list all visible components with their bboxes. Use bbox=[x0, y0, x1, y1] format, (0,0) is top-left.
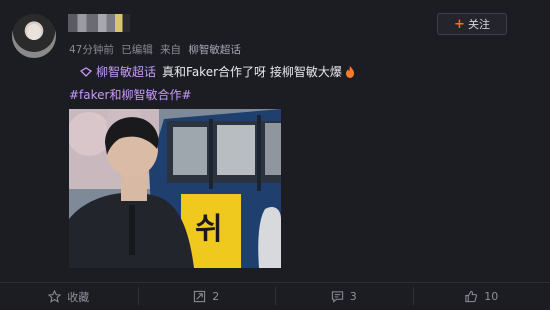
collect-label: 收藏 bbox=[67, 289, 89, 305]
username-blurred[interactable] bbox=[68, 14, 130, 32]
like-button[interactable]: 10 bbox=[413, 283, 550, 310]
hashtag-link[interactable]: #faker和柳智敏合作# bbox=[69, 86, 192, 103]
post-image-scene: 쉬 bbox=[69, 109, 281, 268]
star-icon bbox=[48, 290, 61, 303]
post-body: 真和Faker合作了呀 接柳智敏大爆 bbox=[162, 63, 342, 80]
avatar-face bbox=[27, 24, 41, 40]
repost-icon bbox=[193, 290, 206, 303]
fire-icon bbox=[345, 66, 355, 78]
topic-link[interactable]: 柳智敏超话 bbox=[96, 63, 156, 80]
plus-icon: + bbox=[454, 17, 465, 32]
bus-sign-text: 쉬 bbox=[195, 212, 223, 247]
like-count: 10 bbox=[484, 290, 498, 303]
edited-label: 已编辑 bbox=[121, 44, 153, 56]
follow-label: 关注 bbox=[468, 16, 490, 32]
topic-icon bbox=[80, 67, 92, 77]
post-time[interactable]: 47分钟前 bbox=[69, 44, 114, 56]
post-meta: 47分钟前 已编辑 来自 柳智敏超话 bbox=[69, 42, 245, 57]
comment-icon bbox=[331, 290, 344, 303]
comment-count: 3 bbox=[350, 290, 357, 303]
via-label: 来自 bbox=[160, 44, 181, 56]
repost-count: 2 bbox=[212, 290, 219, 303]
avatar[interactable] bbox=[12, 14, 56, 58]
comment-button[interactable]: 3 bbox=[275, 283, 413, 310]
action-bar: 收藏 2 3 10 bbox=[0, 282, 550, 310]
post-source[interactable]: 柳智敏超话 bbox=[188, 44, 241, 56]
collect-button[interactable]: 收藏 bbox=[0, 283, 138, 310]
follow-button[interactable]: + 关注 bbox=[437, 13, 507, 35]
repost-button[interactable]: 2 bbox=[138, 283, 276, 310]
thumbs-up-icon bbox=[464, 290, 478, 303]
post-image[interactable]: 쉬 bbox=[69, 109, 281, 268]
post-text: 柳智敏超话 真和Faker合作了呀 接柳智敏大爆 bbox=[80, 63, 355, 80]
